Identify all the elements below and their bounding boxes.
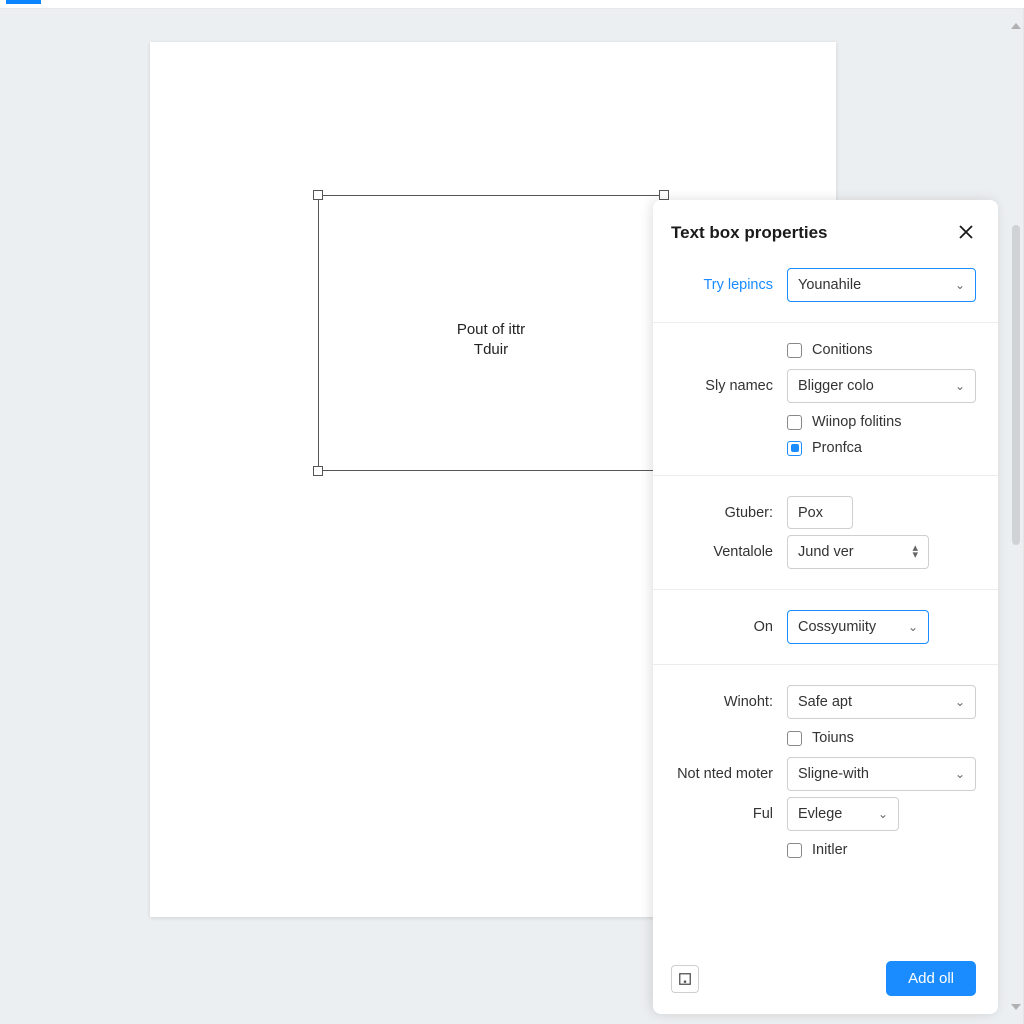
label-style-name: Sly namec: [671, 378, 773, 394]
resize-handle-top-left[interactable]: [313, 190, 323, 200]
checkbox-conitions[interactable]: [787, 343, 802, 358]
checkbox-wiinop-label: Wiinop folitins: [812, 414, 901, 430]
footer-tool-icon[interactable]: [671, 965, 699, 993]
textbox-content[interactable]: Pout of ittr Tduir: [319, 320, 663, 361]
select-ful[interactable]: Evlege ⌄: [787, 797, 899, 831]
label-ventalole: Ventalole: [671, 544, 773, 560]
panel-body: Try lepincs Younahile ⌄ Conitions Sly na…: [653, 262, 998, 947]
label-notnted: Not nted moter: [671, 766, 773, 782]
select-winoht[interactable]: Safe apt ⌄: [787, 685, 976, 719]
scroll-down-icon[interactable]: [1011, 1004, 1021, 1010]
chevron-down-icon: ⌄: [908, 620, 918, 634]
checkbox-initler[interactable]: [787, 843, 802, 858]
section-size: Gtuber: Pox Ventalole Jund ver ▴▾: [653, 475, 998, 589]
section-top: Try lepincs Younahile ⌄: [653, 268, 998, 322]
stepper-icon[interactable]: ▴▾: [912, 545, 918, 558]
checkbox-initler-label: Initler: [812, 842, 847, 858]
chevron-down-icon: ⌄: [955, 695, 965, 709]
select-value: Cossyumiity: [798, 619, 876, 635]
select-try-lepincs[interactable]: Younahile ⌄: [787, 268, 976, 302]
checkbox-pronfca-label: Pronfca: [812, 440, 862, 456]
checkbox-conitions-label: Conitions: [812, 342, 872, 358]
select-notnted[interactable]: Sligne-with ⌄: [787, 757, 976, 791]
vertical-scrollbar[interactable]: [1009, 9, 1023, 1024]
label-on: On: [671, 619, 773, 635]
select-ventalole[interactable]: Jund ver ▴▾: [787, 535, 929, 569]
resize-handle-bottom-left[interactable]: [313, 466, 323, 476]
resize-handle-top-right[interactable]: [659, 190, 669, 200]
select-value: Bligger colo: [798, 378, 874, 394]
label-try-lepincs[interactable]: Try lepincs: [671, 277, 773, 293]
checkbox-toiuns[interactable]: [787, 731, 802, 746]
section-style: Conitions Sly namec Bligger colo ⌄ Wiino…: [653, 322, 998, 475]
label-gtuber: Gtuber:: [671, 505, 773, 521]
section-winoht: Winoht: Safe apt ⌄ Toiuns Not nted moter…: [653, 664, 998, 877]
add-oll-button[interactable]: Add oll: [886, 961, 976, 996]
checkbox-wiinop[interactable]: [787, 415, 802, 430]
selected-textbox[interactable]: Pout of ittr Tduir: [318, 195, 664, 471]
select-value: Younahile: [798, 277, 861, 293]
select-value: Sligne-with: [798, 766, 869, 782]
checkbox-toiuns-label: Toiuns: [812, 730, 854, 746]
toolbar: [0, 0, 1024, 9]
properties-panel: Text box properties Try lepincs Younahil…: [653, 200, 998, 1014]
input-gtuber[interactable]: Pox: [787, 496, 853, 529]
chevron-down-icon: ⌄: [878, 807, 888, 821]
textbox-line-2: Tduir: [319, 340, 663, 360]
select-style-name[interactable]: Bligger colo ⌄: [787, 369, 976, 403]
label-winoht: Winoht:: [671, 694, 773, 710]
toolbar-active-tab-indicator: [6, 0, 41, 4]
select-value: Evlege: [798, 806, 842, 822]
chevron-down-icon: ⌄: [955, 767, 965, 781]
select-on[interactable]: Cossyumiity ⌄: [787, 610, 929, 644]
textbox-line-1: Pout of ittr: [319, 320, 663, 340]
panel-title: Text box properties: [671, 223, 828, 243]
chevron-down-icon: ⌄: [955, 379, 965, 393]
panel-footer: Add oll: [653, 947, 998, 1014]
scrollbar-thumb[interactable]: [1012, 225, 1020, 545]
section-on: On Cossyumiity ⌄: [653, 589, 998, 664]
panel-header: Text box properties: [653, 200, 998, 262]
checkbox-pronfca[interactable]: [787, 441, 802, 456]
select-value: Jund ver: [798, 544, 854, 560]
close-icon[interactable]: [958, 222, 974, 244]
scroll-up-icon[interactable]: [1011, 23, 1021, 29]
select-value: Safe apt: [798, 694, 852, 710]
chevron-down-icon: ⌄: [955, 278, 965, 292]
label-ful: Ful: [671, 806, 773, 822]
